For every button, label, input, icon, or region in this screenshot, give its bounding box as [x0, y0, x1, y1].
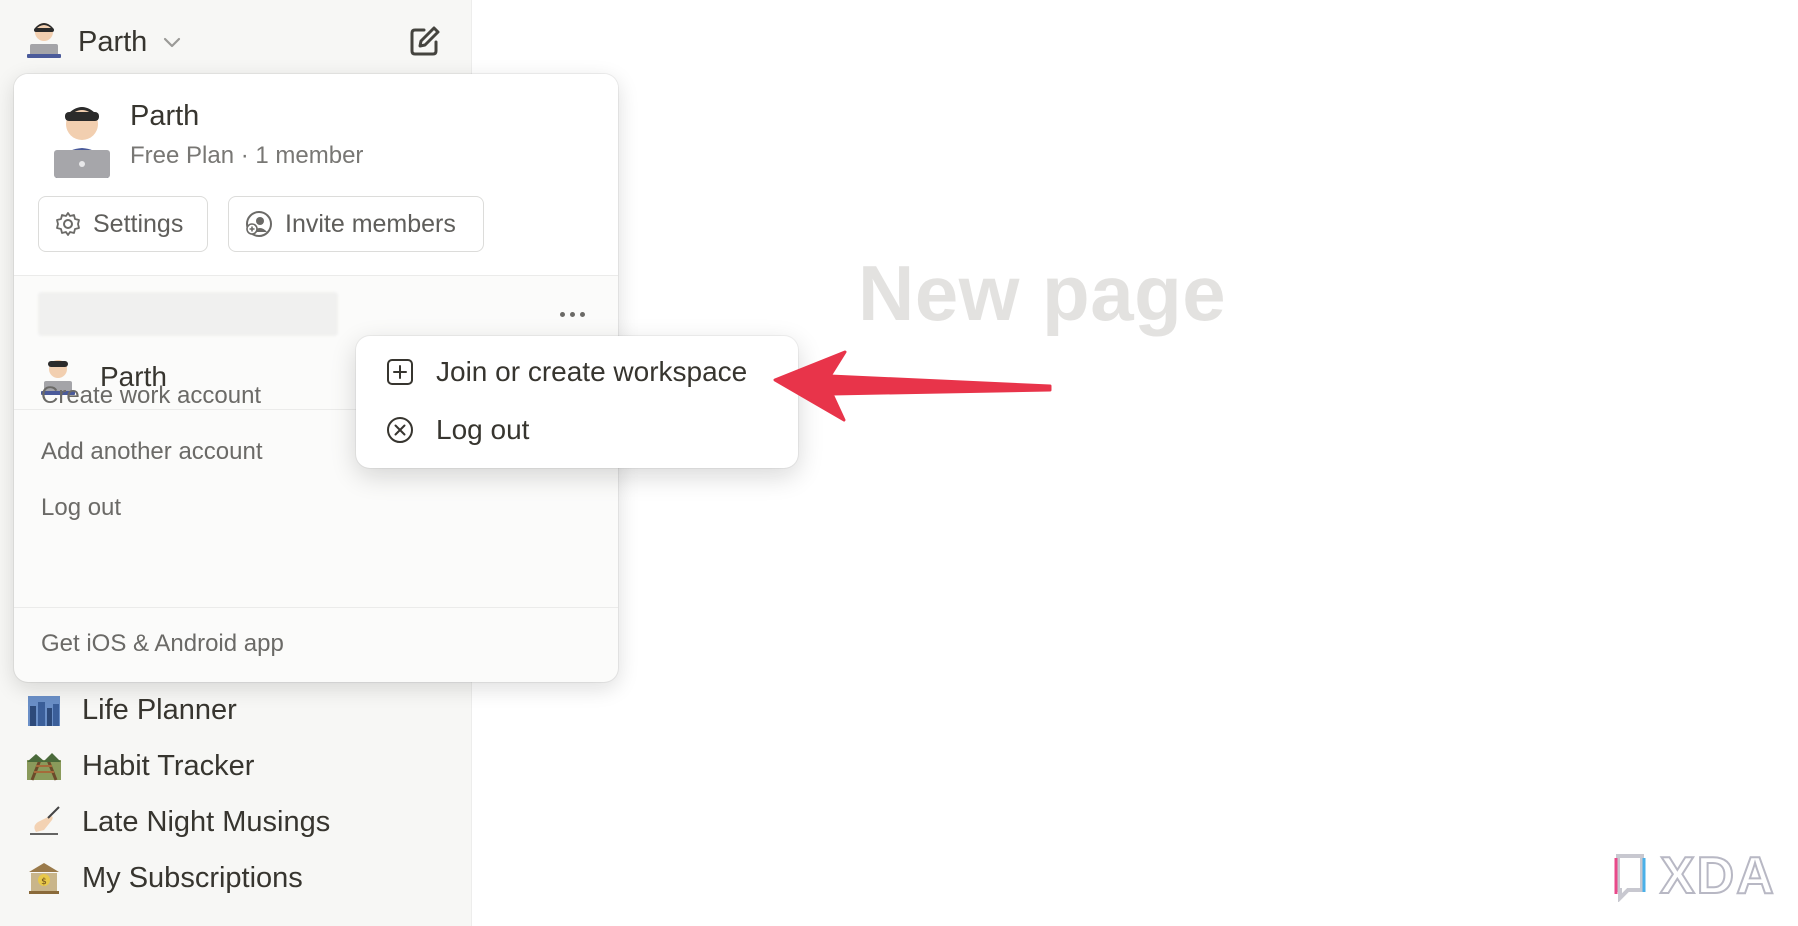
xda-logo-icon [1614, 854, 1646, 902]
page-title-placeholder[interactable]: New page [858, 248, 1226, 339]
close-circle-icon [387, 417, 413, 443]
railway-track-icon [24, 746, 64, 786]
xda-watermark: XDA [1612, 846, 1776, 906]
sidebar-item-label: My Subscriptions [82, 861, 303, 894]
sidebar-item-label: Life Planner [82, 693, 237, 726]
sidebar-item-label: Late Night Musings [82, 805, 331, 838]
workspace-title: Parth [130, 100, 200, 132]
join-or-create-workspace-label: Join or create workspace [436, 356, 748, 387]
cityscape-icon [24, 690, 64, 730]
create-work-account-link[interactable]: Create work account [41, 382, 261, 410]
invite-members-label: Invite members [285, 209, 456, 238]
account-email-redacted [38, 292, 338, 336]
context-logout-label: Log out [436, 414, 530, 445]
chevron-down-icon [161, 31, 183, 53]
settings-label: Settings [93, 209, 184, 238]
annotation-arrow-icon [773, 350, 1052, 422]
bank-icon: $ [24, 858, 64, 898]
add-another-account-link[interactable]: Add another account [41, 438, 263, 466]
sidebar-item-habit-tracker[interactable]: Habit Tracker [24, 742, 254, 790]
sidebar-item-my-subscriptions[interactable]: $ My Subscriptions [24, 854, 303, 902]
context-logout-item[interactable]: Log out [386, 408, 529, 452]
svg-text:$: $ [41, 877, 47, 887]
get-mobile-app-link[interactable]: Get iOS & Android app [41, 630, 284, 658]
sidebar-item-life-planner[interactable]: Life Planner [24, 686, 237, 734]
new-page-icon[interactable] [404, 22, 444, 62]
user-avatar-icon [24, 20, 64, 65]
plus-square-icon [387, 359, 413, 385]
sidebar-item-label: Habit Tracker [82, 749, 255, 782]
workspace-menu-header: Parth Free Plan · 1 member Settings Invi… [14, 74, 618, 276]
invite-members-button[interactable]: Invite members [228, 196, 484, 252]
xda-brand-text: XDA [1659, 846, 1776, 906]
join-or-create-workspace-item[interactable]: Join or create workspace [386, 350, 747, 394]
logout-link[interactable]: Log out [41, 494, 121, 522]
gear-icon [56, 212, 80, 236]
more-options-icon[interactable] [552, 298, 592, 330]
workspace-avatar-icon [42, 98, 122, 178]
sidebar-item-late-night-musings[interactable]: Late Night Musings [24, 798, 330, 846]
settings-button[interactable]: Settings [38, 196, 208, 252]
workspace-plan: Free Plan · 1 member [130, 142, 364, 169]
account-context-menu: Join or create workspace Log out [356, 336, 798, 468]
writing-hand-icon [24, 802, 64, 842]
workspace-name: Parth [78, 25, 148, 58]
invite-user-icon [246, 211, 272, 237]
workspace-switcher[interactable]: Parth [24, 20, 448, 64]
menu-divider [14, 607, 618, 608]
